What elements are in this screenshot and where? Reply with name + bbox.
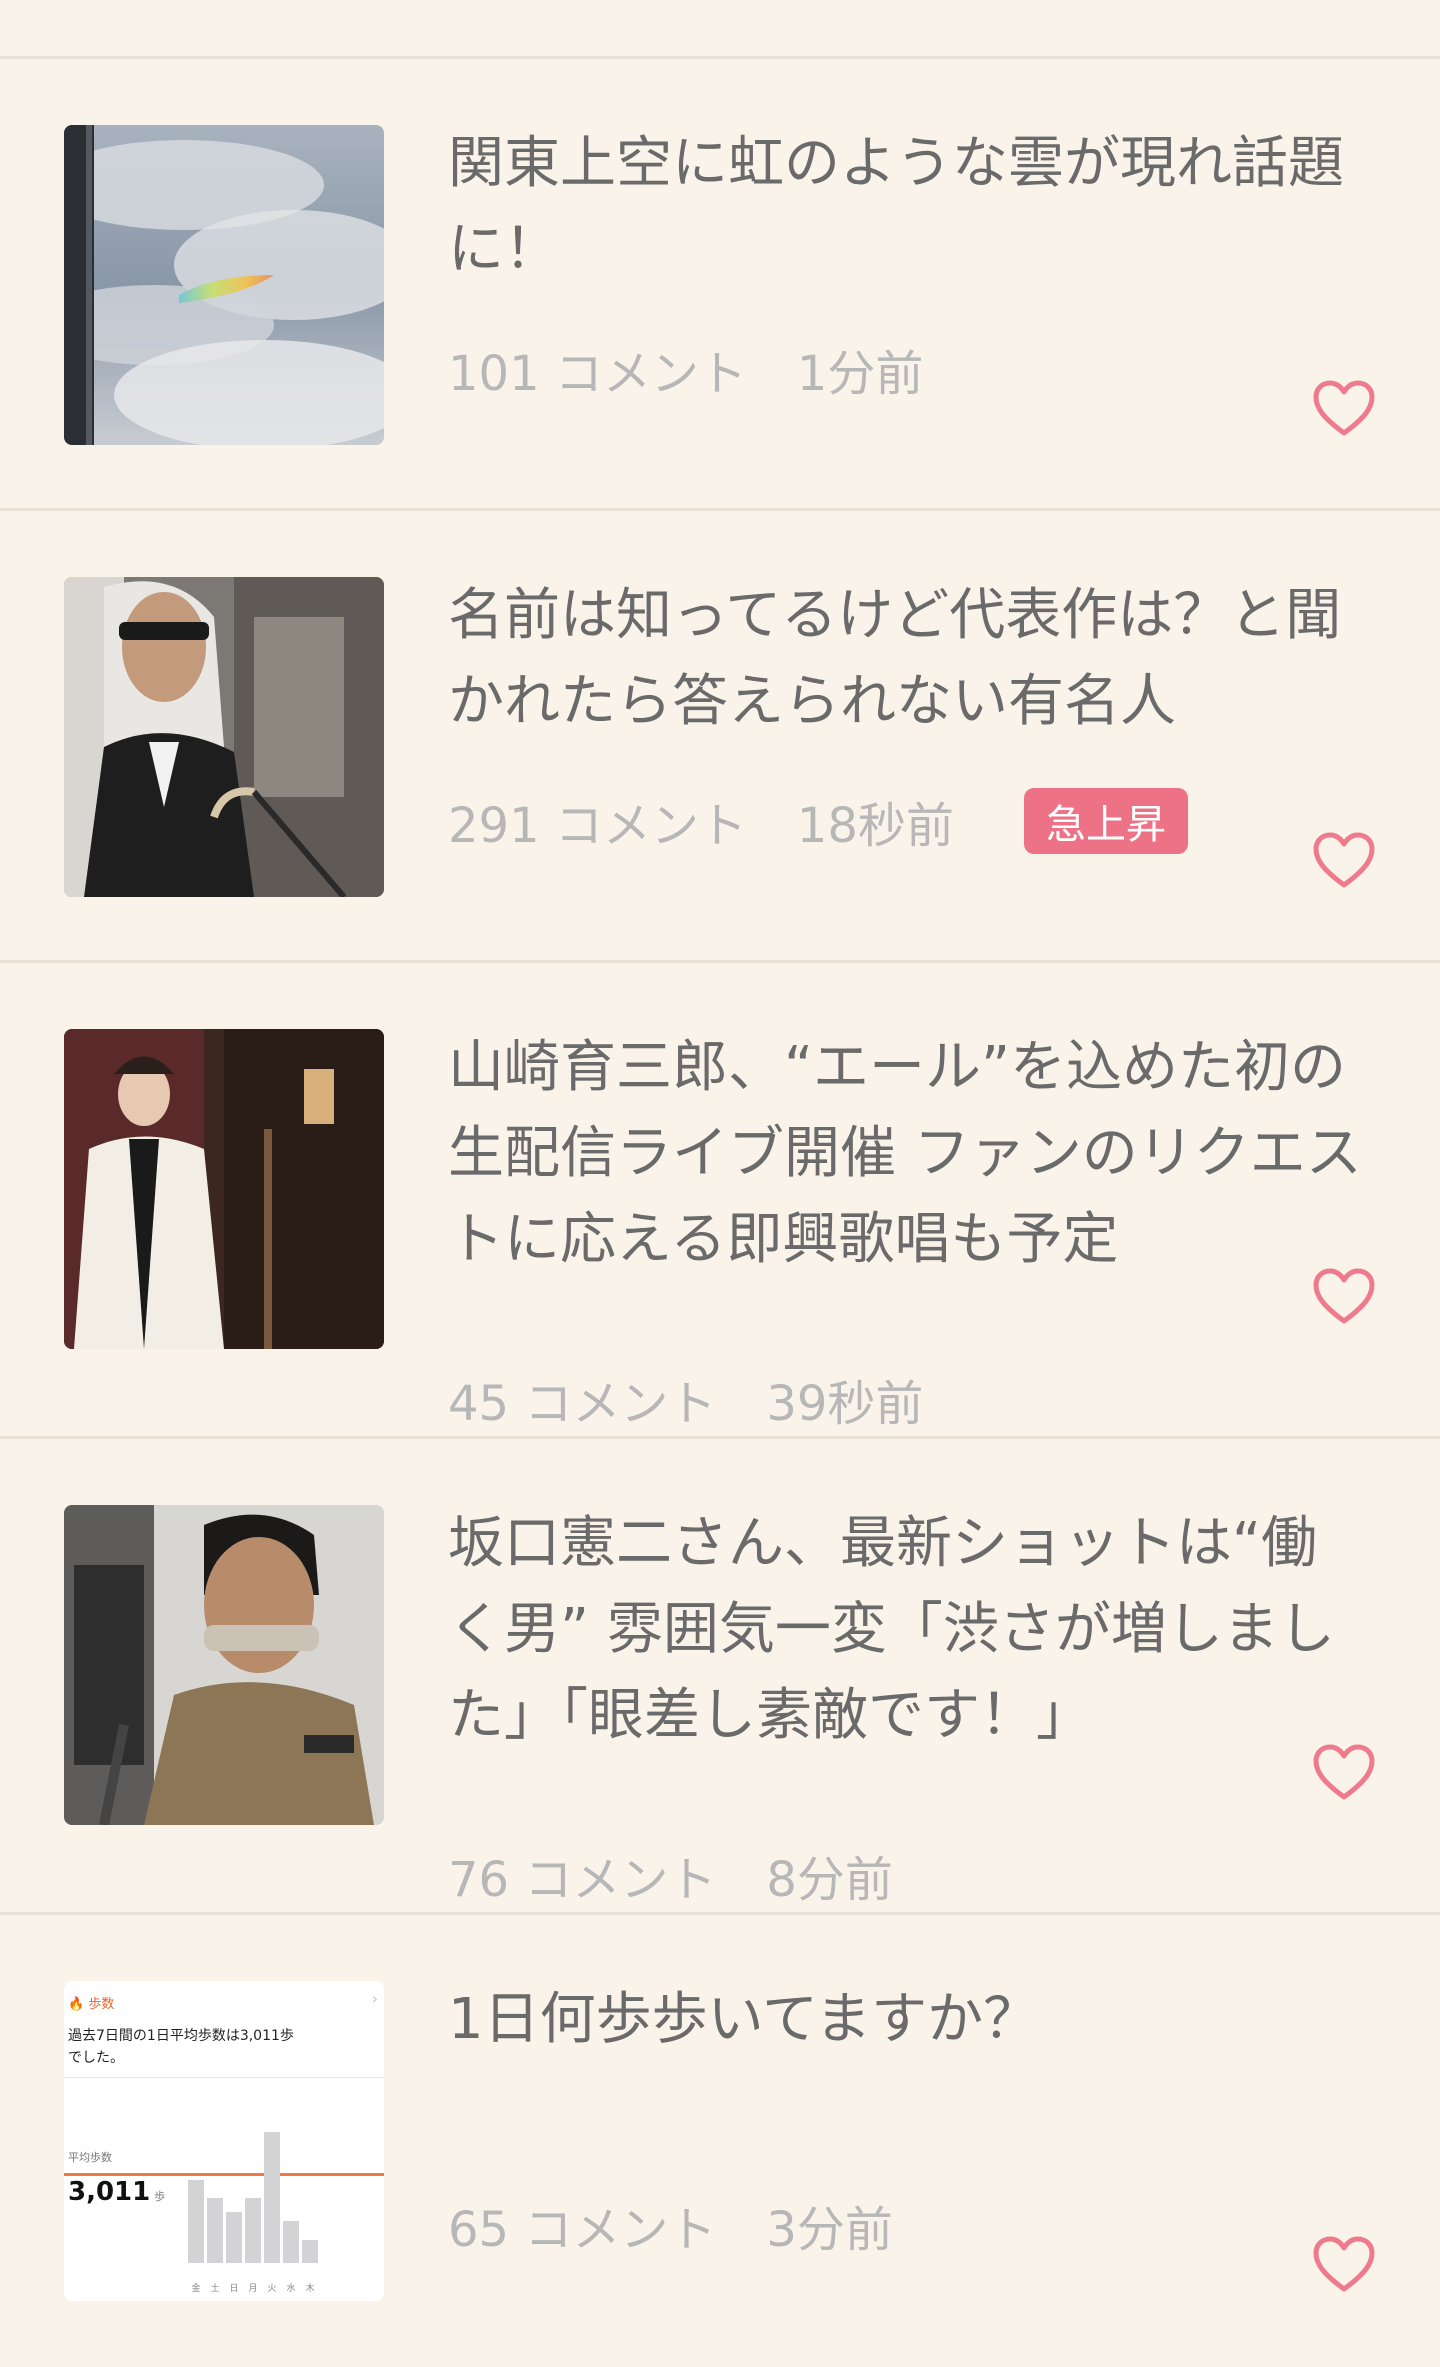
article-item[interactable]: 関東上空に虹のような雲が現れ話題に！ 101 コメント 1分前 bbox=[0, 59, 1440, 511]
heart-outline-icon[interactable] bbox=[1312, 831, 1376, 889]
article-item[interactable]: 🔥 歩数 › 過去7日間の1日平均歩数は3,011歩でした。 平均歩数 3,01… bbox=[0, 1915, 1440, 2367]
comment-count: 76 コメント bbox=[448, 1852, 717, 1908]
article-thumbnail bbox=[64, 1505, 384, 1825]
rainbow-cloud-photo bbox=[64, 125, 384, 445]
heart-outline-icon[interactable] bbox=[1312, 1743, 1376, 1801]
article-meta: 101 コメント 1分前 bbox=[448, 321, 923, 417]
day-label: 木 bbox=[305, 2284, 315, 2294]
posted-time: 3分前 bbox=[766, 2202, 893, 2258]
article-feed: 関東上空に虹のような雲が現れ話題に！ 101 コメント 1分前 名前は知ってるけ… bbox=[0, 0, 1440, 2332]
step-count-card: 🔥 歩数 › 過去7日間の1日平均歩数は3,011歩でした。 平均歩数 3,01… bbox=[64, 1981, 384, 2301]
portrait-photo bbox=[64, 577, 384, 897]
article-thumbnail bbox=[64, 1029, 384, 1349]
flame-icon: 🔥 bbox=[68, 1997, 85, 2012]
article-title[interactable]: 坂口憲二さん、最新ショットは“働く男” 雰囲気一変「渋さが増しました」「眼差し素… bbox=[448, 1501, 1368, 1759]
step-bar bbox=[302, 2240, 318, 2263]
step-bar bbox=[283, 2221, 299, 2263]
comment-count: 291 コメント bbox=[448, 798, 747, 854]
step-bar bbox=[188, 2180, 204, 2263]
steps-app-label: 🔥 歩数 bbox=[68, 1997, 115, 2012]
article-title[interactable]: 名前は知ってるけど代表作は？と聞かれたら答えられない有名人 bbox=[448, 573, 1368, 745]
heart-outline-icon[interactable] bbox=[1312, 1267, 1376, 1325]
step-bar bbox=[207, 2198, 223, 2263]
article-meta: 76 コメント 8分前 bbox=[448, 1827, 893, 1923]
article-thumbnail: 🔥 歩数 › 過去7日間の1日平均歩数は3,011歩でした。 平均歩数 3,01… bbox=[64, 1981, 384, 2301]
article-title[interactable]: 1日何歩歩いてますか？ bbox=[448, 1977, 1368, 2063]
article-thumbnail bbox=[64, 577, 384, 897]
heart-outline-icon[interactable] bbox=[1312, 2235, 1376, 2293]
posted-time: 39秒前 bbox=[766, 1376, 924, 1432]
portrait-photo bbox=[64, 1505, 384, 1825]
posted-time: 8分前 bbox=[766, 1852, 893, 1908]
posted-time: 18秒前 bbox=[796, 798, 954, 854]
comment-count: 65 コメント bbox=[448, 2202, 717, 2258]
day-label: 土 bbox=[210, 2284, 220, 2294]
comment-count: 101 コメント bbox=[448, 346, 747, 402]
comment-count: 45 コメント bbox=[448, 1376, 717, 1432]
portrait-photo bbox=[64, 1029, 384, 1349]
step-bar bbox=[226, 2212, 242, 2263]
average-line bbox=[64, 2173, 384, 2176]
step-summary: 過去7日間の1日平均歩数は3,011歩でした。 bbox=[68, 2028, 294, 2066]
article-item[interactable]: 坂口憲二さん、最新ショットは“働く男” 雰囲気一変「渋さが増しました」「眼差し素… bbox=[0, 1439, 1440, 1915]
article-item[interactable]: 名前は知ってるけど代表作は？と聞かれたら答えられない有名人 291 コメント 1… bbox=[0, 511, 1440, 963]
day-label: 月 bbox=[248, 2284, 258, 2294]
article-meta: 45 コメント 39秒前 bbox=[448, 1351, 923, 1447]
article-thumbnail bbox=[64, 125, 384, 445]
day-label: 水 bbox=[286, 2284, 296, 2294]
step-bar bbox=[245, 2198, 261, 2263]
article-meta: 291 コメント 18秒前 急上昇 bbox=[448, 773, 1188, 869]
article-item[interactable]: 山崎育三郎、“エール”を込めた初の生配信ライブ開催 ファンのリクエストに応える即… bbox=[0, 963, 1440, 1439]
chevron-right-icon: › bbox=[371, 1989, 378, 2008]
day-label: 日 bbox=[229, 2284, 239, 2294]
average-steps-value: 3,011 歩 bbox=[68, 2177, 166, 2207]
day-label: 金 bbox=[191, 2284, 201, 2294]
card-divider bbox=[64, 2077, 384, 2078]
article-title[interactable]: 山崎育三郎、“エール”を込めた初の生配信ライブ開催 ファンのリクエストに応える即… bbox=[448, 1025, 1368, 1283]
day-label: 火 bbox=[267, 2284, 277, 2294]
article-title[interactable]: 関東上空に虹のような雲が現れ話題に！ bbox=[448, 121, 1368, 293]
heart-outline-icon[interactable] bbox=[1312, 379, 1376, 437]
step-bar bbox=[264, 2132, 280, 2263]
trending-badge: 急上昇 bbox=[1023, 788, 1188, 854]
article-meta: 65 コメント 3分前 bbox=[448, 2177, 893, 2273]
posted-time: 1分前 bbox=[796, 346, 924, 402]
average-steps-label: 平均歩数 bbox=[68, 2151, 112, 2164]
